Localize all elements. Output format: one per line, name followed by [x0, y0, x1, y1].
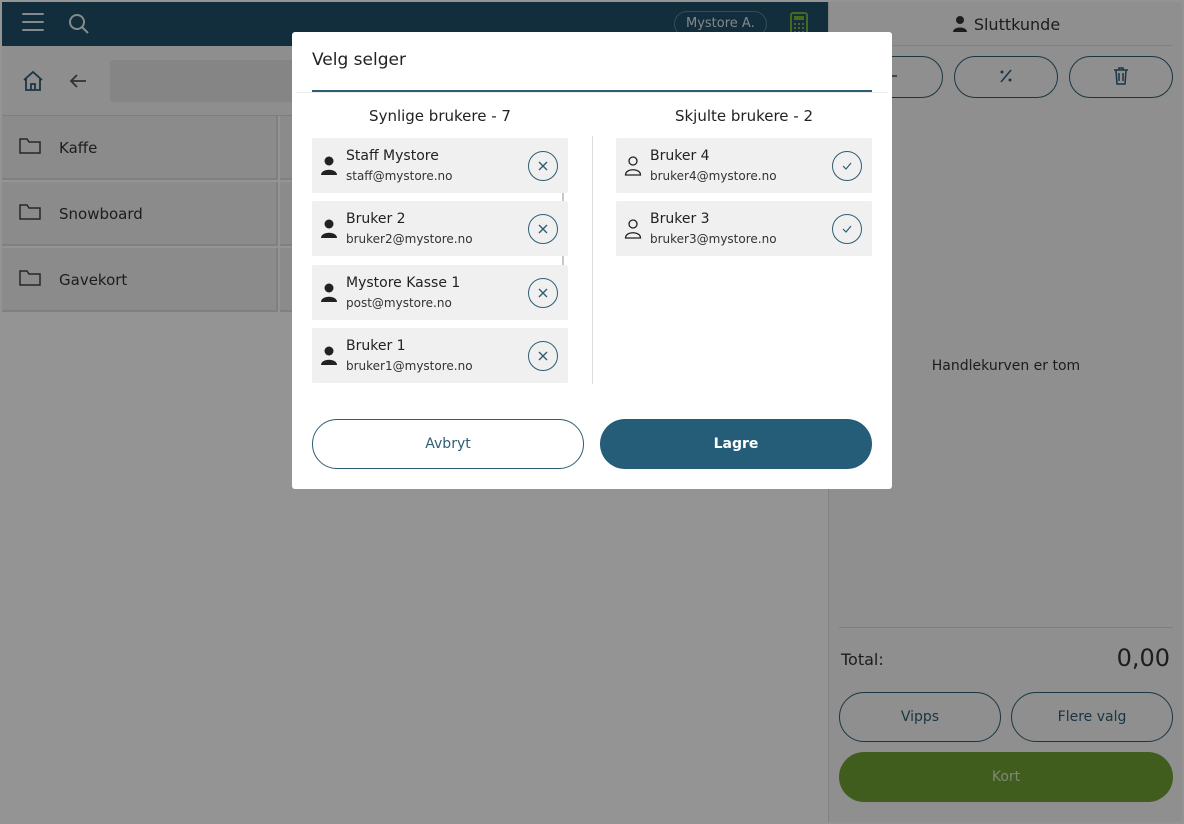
cancel-button[interactable]: Avbryt [312, 419, 584, 469]
visible-user-card: Mystore Kasse 1 post@mystore.no [312, 265, 568, 320]
user-email: bruker4@mystore.no [650, 169, 777, 183]
column-divider [592, 136, 593, 384]
user-email: staff@mystore.no [346, 169, 453, 183]
person-filled-icon [321, 156, 337, 175]
person-outline-icon [624, 219, 642, 239]
user-email: post@mystore.no [346, 296, 452, 310]
close-icon [538, 288, 548, 298]
checkmark-icon [842, 225, 852, 233]
user-name: Bruker 3 [650, 211, 710, 227]
dialog-title: Velg selger [312, 50, 406, 70]
hide-user-button[interactable] [528, 278, 558, 308]
user-name: Bruker 4 [650, 148, 710, 164]
select-seller-dialog: Velg selger Synlige brukere - 7 Skjulte … [292, 32, 892, 489]
hide-user-button[interactable] [528, 151, 558, 181]
hide-user-button[interactable] [528, 341, 558, 371]
user-name: Staff Mystore [346, 148, 439, 164]
show-user-button[interactable] [832, 151, 862, 181]
visible-user-card: Staff Mystore staff@mystore.no [312, 138, 568, 193]
user-email: bruker3@mystore.no [650, 232, 777, 246]
divider [296, 92, 888, 93]
save-button[interactable]: Lagre [600, 419, 872, 469]
show-user-button[interactable] [832, 214, 862, 244]
person-filled-icon [321, 346, 337, 365]
hidden-user-card: Bruker 3 bruker3@mystore.no [616, 201, 872, 256]
hidden-user-card: Bruker 4 bruker4@mystore.no [616, 138, 872, 193]
person-outline-icon [624, 156, 642, 176]
visible-user-card: Bruker 1 bruker1@mystore.no [312, 328, 568, 383]
close-icon [538, 224, 548, 234]
person-filled-icon [321, 283, 337, 302]
close-icon [538, 161, 548, 171]
user-email: bruker1@mystore.no [346, 359, 473, 373]
visible-user-card: Bruker 2 bruker2@mystore.no [312, 201, 568, 256]
hide-user-button[interactable] [528, 214, 558, 244]
person-filled-icon [321, 219, 337, 238]
user-name: Bruker 2 [346, 211, 406, 227]
user-email: bruker2@mystore.no [346, 232, 473, 246]
user-name: Mystore Kasse 1 [346, 275, 461, 291]
close-icon [538, 351, 548, 361]
hidden-users-heading: Skjulte brukere - 2 [674, 107, 814, 125]
visible-users-heading: Synlige brukere - 7 [369, 107, 511, 125]
user-name: Bruker 1 [346, 338, 406, 354]
checkmark-icon [842, 162, 852, 170]
